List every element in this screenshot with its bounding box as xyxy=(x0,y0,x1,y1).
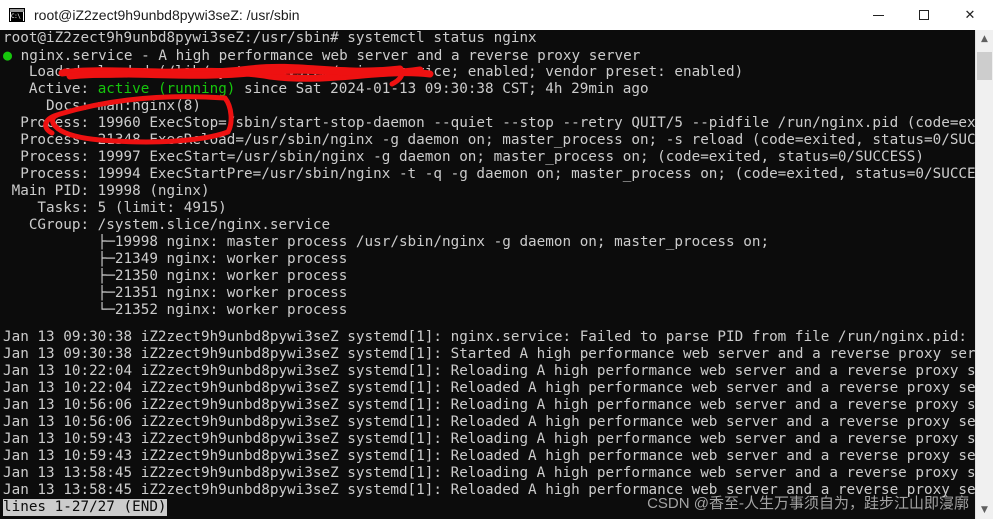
journal-line-3: Jan 13 10:22:04 iZ2zect9h9unbd8pywi3seZ … xyxy=(3,363,975,379)
minimize-button[interactable] xyxy=(855,0,901,30)
minimize-icon xyxy=(872,14,884,16)
process-line-3: Process: 19997 ExecStart=/usr/sbin/nginx… xyxy=(3,149,924,165)
journal-line-8: Jan 13 10:59:43 iZ2zect9h9unbd8pywi3seZ … xyxy=(3,448,975,464)
active-line: Active: active (running) since Sat 2024-… xyxy=(0,81,975,98)
journal-line-6: Jan 13 10:56:06 iZ2zect9h9unbd8pywi3seZ … xyxy=(3,414,975,430)
tasks-line: Tasks: 5 (limit: 4915) xyxy=(3,200,227,216)
scrollbar-thumb[interactable] xyxy=(977,52,992,80)
terminal-window: root@iZ2zect9h9unbd8pywi3seZ: /usr/sbin … xyxy=(0,0,993,519)
cgroup-entry-worker-1: ├─21349 nginx: worker process xyxy=(3,251,348,267)
close-icon: ✕ xyxy=(964,7,976,23)
active-label: Active: xyxy=(3,81,98,97)
journal-line-9: Jan 13 13:58:45 iZ2zect9h9unbd8pywi3seZ … xyxy=(3,465,975,481)
journal-line-2: Jan 13 09:30:38 iZ2zect9h9unbd8pywi3seZ … xyxy=(3,346,975,362)
csdn-watermark: CSDN @香至-人生万事须自为，跬步江山即寖廓 xyxy=(647,495,969,512)
process-line-1: Process: 19960 ExecStop=/sbin/start-stop… xyxy=(3,115,975,131)
pager-status-line: lines 1-27/27 (END) xyxy=(3,499,167,516)
service-header-text: nginx.service - A high performance web s… xyxy=(12,48,641,64)
docs-line: Docs: man:nginx(8) xyxy=(3,98,201,114)
scrollbar-up-arrow-icon[interactable]: ▲ xyxy=(976,30,993,48)
cgroup-line: CGroup: /system.slice/nginx.service xyxy=(3,217,331,233)
titlebar-left-group: root@iZ2zect9h9unbd8pywi3seZ: /usr/sbin xyxy=(0,7,855,23)
journal-line-4: Jan 13 10:22:04 iZ2zect9h9unbd8pywi3seZ … xyxy=(3,380,975,396)
cmd-terminal-icon xyxy=(9,8,25,22)
process-line-2: Process: 21348 ExecReload=/usr/sbin/ngin… xyxy=(3,132,975,148)
cgroup-entry-worker-3: ├─21351 nginx: worker process xyxy=(3,285,348,301)
journal-line-7: Jan 13 10:59:43 iZ2zect9h9unbd8pywi3seZ … xyxy=(3,431,975,447)
journal-line-1: Jan 13 09:30:38 iZ2zect9h9unbd8pywi3seZ … xyxy=(3,329,975,345)
window-title: root@iZ2zect9h9unbd8pywi3seZ: /usr/sbin xyxy=(34,7,300,23)
window-controls: ✕ xyxy=(855,0,993,30)
maximize-icon xyxy=(919,10,929,20)
loaded-line: Loaded: loaded (/lib/systemd/system/ngin… xyxy=(3,64,744,80)
active-since-text: since Sat 2024-01-13 09:30:38 CST; 4h 29… xyxy=(235,81,649,97)
cgroup-entry-worker-4: └─21352 nginx: worker process xyxy=(3,302,348,318)
journal-line-5: Jan 13 10:56:06 iZ2zect9h9unbd8pywi3seZ … xyxy=(3,397,975,413)
service-header-line: ● nginx.service - A high performance web… xyxy=(0,47,975,64)
cgroup-entry-master: ├─19998 nginx: master process /usr/sbin/… xyxy=(3,234,770,250)
active-status-value: active (running) xyxy=(97,81,236,97)
terminal-viewport[interactable]: root@iZ2zect9h9unbd8pywi3seZ:/usr/sbin# … xyxy=(0,30,993,519)
cgroup-entry-worker-2: ├─21350 nginx: worker process xyxy=(3,268,348,284)
main-pid-line: Main PID: 19998 (nginx) xyxy=(3,183,210,199)
process-line-4: Process: 19994 ExecStartPre=/usr/sbin/ng… xyxy=(3,166,975,182)
maximize-button[interactable] xyxy=(901,0,947,30)
terminal-output[interactable]: root@iZ2zect9h9unbd8pywi3seZ:/usr/sbin# … xyxy=(0,30,975,519)
scrollbar-down-arrow-icon[interactable]: ▼ xyxy=(976,501,993,519)
window-titlebar[interactable]: root@iZ2zect9h9unbd8pywi3seZ: /usr/sbin … xyxy=(0,0,993,31)
close-button[interactable]: ✕ xyxy=(947,0,993,30)
terminal-scrollbar[interactable]: ▲ ▼ xyxy=(975,30,993,519)
shell-prompt-line: root@iZ2zect9h9unbd8pywi3seZ:/usr/sbin# … xyxy=(3,30,537,46)
status-dot-icon: ● xyxy=(3,47,13,64)
